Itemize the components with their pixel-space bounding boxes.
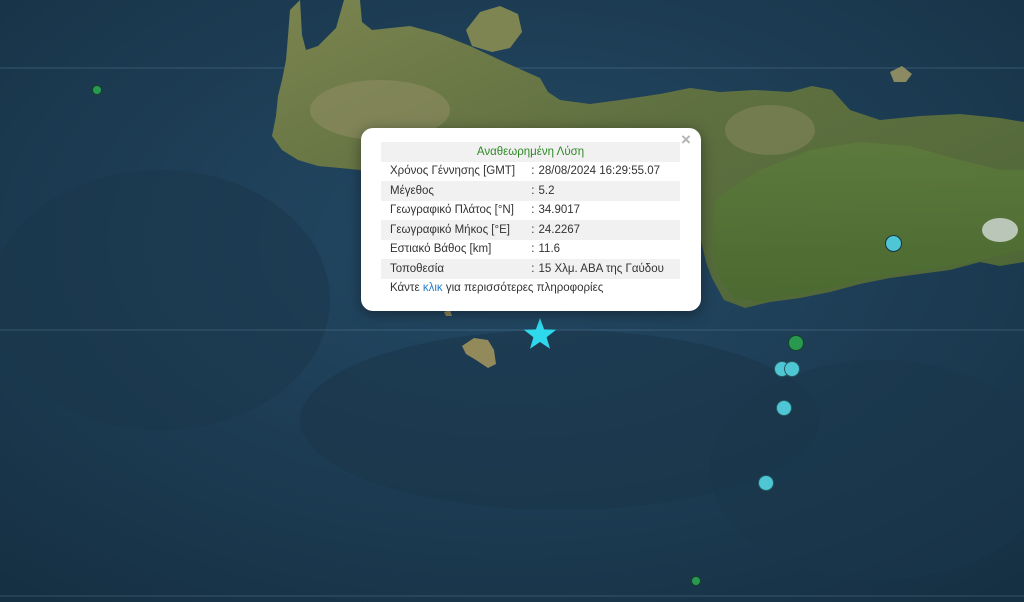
detail-row-latitude: Γεωγραφικό Πλάτος [°N] :34.9017 — [381, 201, 680, 221]
popup-title-row: Αναθεωρημένη Λύση — [381, 142, 680, 162]
popup-footer: Κάντε κλικ για περισσότερες πληροφορίες — [381, 278, 680, 298]
earthquake-info-popup: × Αναθεωρημένη Λύση Χρόνος Γέννησης [GMT… — [361, 128, 701, 311]
earthquake-marker[interactable] — [691, 576, 701, 586]
earthquake-details-table: Αναθεωρημένη Λύση Χρόνος Γέννησης [GMT] … — [381, 142, 680, 298]
earthquake-marker[interactable] — [784, 361, 800, 377]
detail-label: Τοποθεσία — [381, 259, 532, 279]
detail-label: Εστιακό Βάθος [km] — [390, 243, 492, 256]
popup-title: Αναθεωρημένη Λύση — [381, 142, 680, 162]
detail-value: :28/08/2024 16:29:55.07 — [531, 165, 661, 178]
detail-row-location: Τοποθεσία :15 Χλμ. ΑΒΑ της Γαύδου — [381, 259, 680, 279]
detail-value: :11.6 — [531, 243, 561, 256]
detail-value: :24.2267 — [531, 220, 680, 240]
earthquake-marker[interactable] — [776, 400, 792, 416]
detail-row-origin-time: Χρόνος Γέννησης [GMT] :28/08/2024 16:29:… — [381, 162, 680, 182]
detail-row-longitude: Γεωγραφικό Μήκος [°E] :24.2267 — [381, 220, 680, 240]
mountain-shade — [982, 218, 1018, 242]
detail-label: Γεωγραφικό Μήκος [°E] — [381, 220, 532, 240]
detail-value: :15 Χλμ. ΑΒΑ της Γαύδου — [531, 259, 680, 279]
detail-label: Χρόνος Γέννησης [GMT] — [390, 165, 516, 178]
earthquake-marker[interactable] — [758, 475, 774, 491]
detail-value: :5.2 — [531, 181, 680, 201]
popup-footer-row: Κάντε κλικ για περισσότερες πληροφορίες — [381, 278, 680, 298]
earthquake-marker[interactable] — [788, 335, 804, 351]
earthquake-marker[interactable] — [92, 85, 102, 95]
more-info-link[interactable]: κλικ — [423, 282, 443, 294]
mountain-shade — [725, 105, 815, 155]
sea-shade — [0, 170, 330, 430]
detail-label: Μέγεθος — [381, 181, 532, 201]
detail-row-magnitude: Μέγεθος :5.2 — [381, 181, 680, 201]
earthquake-marker[interactable] — [885, 235, 902, 252]
detail-row-depth: Εστιακό Βάθος [km] :11.6 — [381, 240, 680, 260]
detail-value: :34.9017 — [531, 204, 581, 217]
detail-label: Γεωγραφικό Πλάτος [°N] — [390, 204, 514, 217]
